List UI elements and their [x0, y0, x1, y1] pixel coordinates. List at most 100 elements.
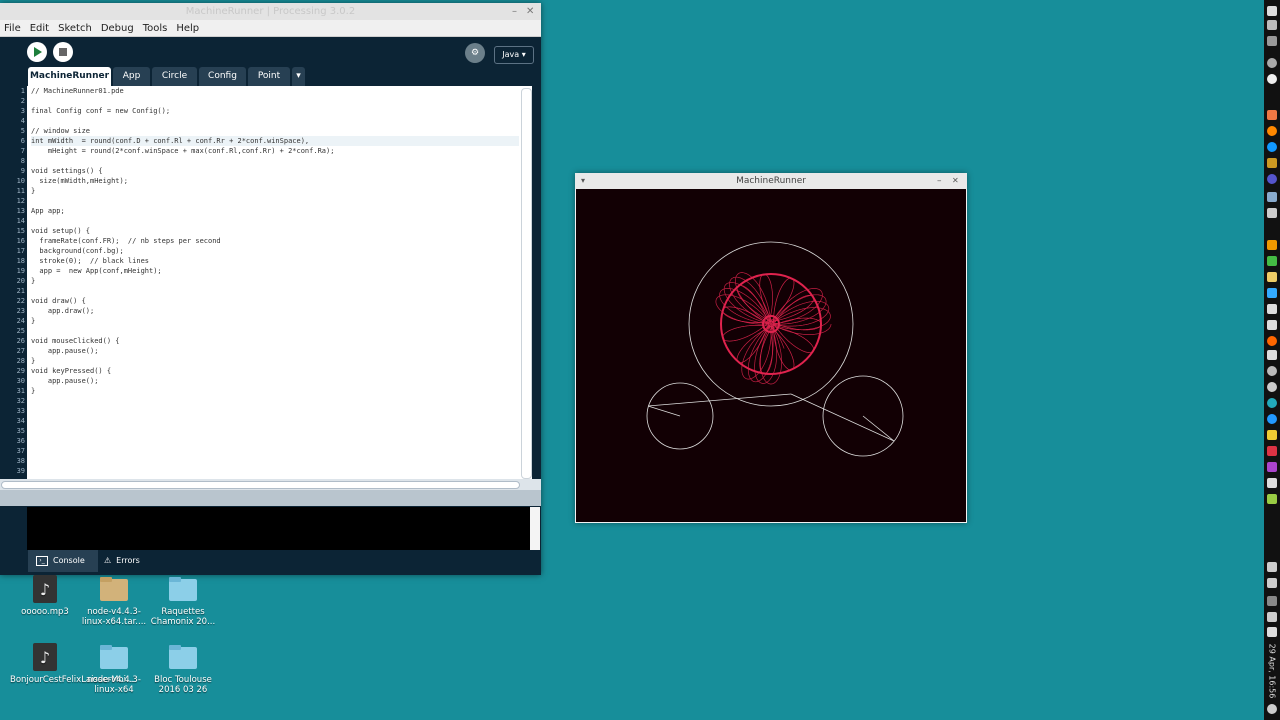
run-button[interactable]: [27, 42, 47, 62]
infinity-icon[interactable]: [1267, 366, 1277, 376]
code-line[interactable]: }: [31, 276, 519, 286]
app-icon-white[interactable]: [1267, 350, 1277, 360]
clock[interactable]: 29 Apr, 16:56: [1264, 640, 1280, 702]
code-line[interactable]: final Config conf = new Config();: [31, 106, 519, 116]
code-line[interactable]: [31, 456, 519, 466]
tab-console[interactable]: ›_ Console: [28, 550, 98, 572]
app-icon-blue[interactable]: [1267, 192, 1277, 202]
editor-console-divider[interactable]: [0, 490, 541, 506]
desktop-icon-bonjour-audio[interactable]: ♪ BonjourCestFelixLaisserMoi...: [10, 643, 134, 685]
code-line[interactable]: int mWidth = round(conf.D + conf.Rl + co…: [31, 136, 519, 146]
app-icon-light[interactable]: [1267, 478, 1277, 488]
code-line[interactable]: }: [31, 356, 519, 366]
code-line[interactable]: stroke(0); // black lines: [31, 256, 519, 266]
code-line[interactable]: [31, 406, 519, 416]
wifi-icon[interactable]: [1267, 612, 1277, 622]
code-line[interactable]: [31, 426, 519, 436]
tab-machinerunner[interactable]: MachineRunner: [28, 67, 111, 86]
code-area[interactable]: // MachineRunner01.pde final Config conf …: [31, 86, 519, 476]
workspace-icon[interactable]: [1267, 596, 1277, 606]
code-line[interactable]: app.draw();: [31, 306, 519, 316]
code-line[interactable]: [31, 116, 519, 126]
sketch-canvas[interactable]: [576, 189, 966, 522]
browser-icon[interactable]: [1267, 174, 1277, 184]
code-editor[interactable]: 1 2 3 4 5 6 7 8 9 10 11 12 13 14 15 16 17 18 19 20 21 22 23 24 2…: [0, 86, 532, 479]
code-line[interactable]: app.pause();: [31, 376, 519, 386]
app-icon-green[interactable]: [1267, 256, 1277, 266]
tab-errors[interactable]: ⚠ Errors: [104, 550, 164, 572]
volume-icon[interactable]: [1267, 562, 1277, 572]
menu-edit[interactable]: Edit: [30, 23, 49, 34]
code-line[interactable]: app.pause();: [31, 346, 519, 356]
firefox-icon[interactable]: [1267, 126, 1277, 136]
code-line[interactable]: [31, 286, 519, 296]
home-icon[interactable]: [1267, 6, 1277, 16]
menu-sketch[interactable]: Sketch: [58, 23, 92, 34]
code-line[interactable]: [31, 436, 519, 446]
code-line[interactable]: [31, 396, 519, 406]
app-icon-orange[interactable]: [1267, 158, 1277, 168]
shield-icon[interactable]: [1267, 288, 1277, 298]
close-icon[interactable]: ✕: [952, 173, 959, 189]
code-line[interactable]: [31, 196, 519, 206]
vlc-icon[interactable]: [1267, 336, 1277, 346]
code-line[interactable]: void mouseClicked() {: [31, 336, 519, 346]
clock-icon[interactable]: [1267, 382, 1277, 392]
code-line[interactable]: [31, 326, 519, 336]
editor-horizontal-scrollbar[interactable]: [0, 479, 541, 490]
code-line[interactable]: frameRate(conf.FR); // nb steps per seco…: [31, 236, 519, 246]
code-line[interactable]: [31, 416, 519, 426]
close-icon[interactable]: ✕: [526, 3, 534, 20]
mode-select[interactable]: Java ▾: [494, 46, 534, 64]
settings-icon[interactable]: [1267, 58, 1277, 68]
code-line[interactable]: void draw() {: [31, 296, 519, 306]
code-line[interactable]: // window size: [31, 126, 519, 136]
bluetooth-icon[interactable]: [1267, 578, 1277, 588]
desktop-icon-raquettes-folder[interactable]: Raquettes Chamonix 20...: [148, 575, 218, 627]
ide-titlebar[interactable]: MachineRunner | Processing 3.0.2 – ✕: [0, 3, 541, 20]
code-line[interactable]: }: [31, 386, 519, 396]
code-line[interactable]: app = new App(conf,mHeight);: [31, 266, 519, 276]
desktop-icon-node-tar[interactable]: node-v4.4.3-linux-x64.tar....: [79, 575, 149, 627]
code-line[interactable]: }: [31, 316, 519, 326]
camera-icon[interactable]: [1267, 304, 1277, 314]
code-line[interactable]: App app;: [31, 206, 519, 216]
code-line[interactable]: [31, 216, 519, 226]
window-menu-icon[interactable]: ▾: [581, 173, 585, 189]
desktop-icon-bloc-toulouse-folder[interactable]: Bloc Toulouse 2016 03 26: [148, 643, 218, 695]
app-icon-teal[interactable]: [1267, 398, 1277, 408]
skype-icon[interactable]: [1267, 142, 1277, 152]
files-icon[interactable]: [1267, 36, 1277, 46]
console-output[interactable]: [27, 507, 530, 550]
tab-circle[interactable]: Circle: [152, 67, 197, 86]
code-line[interactable]: [31, 156, 519, 166]
code-line[interactable]: [31, 446, 519, 456]
horizontal-scroll-thumb[interactable]: [1, 481, 520, 489]
app-icon-amber[interactable]: [1267, 240, 1277, 250]
battery-icon[interactable]: [1267, 627, 1277, 637]
sketch-titlebar[interactable]: ▾ MachineRunner – ✕: [575, 173, 967, 189]
editor-vertical-scrollbar[interactable]: [521, 88, 532, 479]
power-icon[interactable]: [1267, 704, 1277, 714]
mail-icon[interactable]: [1267, 320, 1277, 330]
app-icon-c[interactable]: [1267, 414, 1277, 424]
app-icon-crimson[interactable]: [1267, 446, 1277, 456]
code-line[interactable]: void settings() {: [31, 166, 519, 176]
app-icon-lime[interactable]: [1267, 494, 1277, 504]
code-line[interactable]: }: [31, 186, 519, 196]
code-line[interactable]: mHeight = round(2*conf.winSpace + max(co…: [31, 146, 519, 156]
desktop-icon-node-folder[interactable]: node-v4.4.3-linux-x64: [79, 643, 149, 695]
code-line[interactable]: [31, 96, 519, 106]
app-icon-purple[interactable]: [1267, 462, 1277, 472]
menu-file[interactable]: File: [4, 23, 21, 34]
code-line[interactable]: void setup() {: [31, 226, 519, 236]
minimize-icon[interactable]: –: [512, 3, 517, 20]
app-icon-gold[interactable]: [1267, 430, 1277, 440]
tab-config[interactable]: Config: [199, 67, 246, 86]
code-line[interactable]: background(conf.bg);: [31, 246, 519, 256]
code-line[interactable]: // MachineRunner01.pde: [31, 86, 519, 96]
menu-debug[interactable]: Debug: [101, 23, 134, 34]
app-icon-red[interactable]: [1267, 110, 1277, 120]
minimize-icon[interactable]: –: [937, 173, 942, 189]
code-line[interactable]: [31, 466, 519, 476]
